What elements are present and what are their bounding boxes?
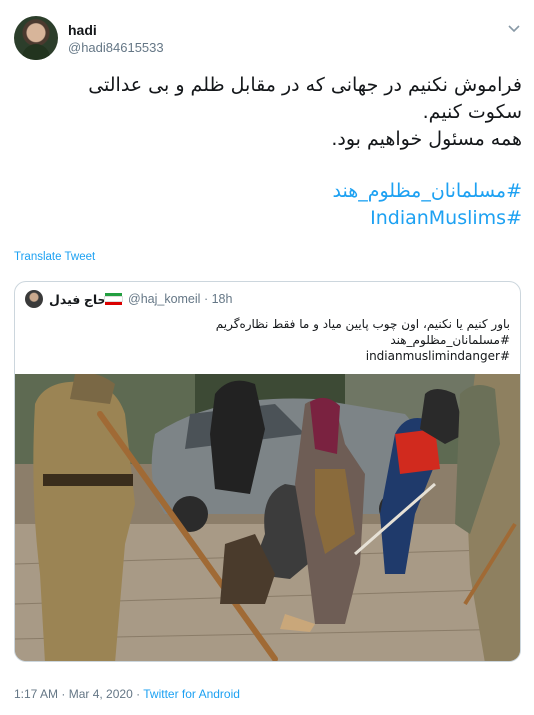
separator-dot: · — [61, 687, 66, 701]
author-avatar[interactable] — [14, 16, 58, 60]
quoted-author-name: حاج فیدل — [49, 293, 107, 307]
chevron-down-icon[interactable] — [506, 20, 522, 36]
tweet-text-line: فراموش نکنیم در جهانی که در مقابل ظلم و … — [88, 74, 522, 96]
tweet-text: فراموش نکنیم در جهانی که در مقابل ظلم و … — [14, 72, 522, 153]
tweet-date[interactable]: Mar 4, 2020 — [69, 687, 133, 701]
separator-dot: · — [203, 292, 209, 306]
quoted-photo[interactable] — [15, 374, 521, 662]
tweet-hashtags: #مسلمانان_مظلوم_هند #IndianMuslims — [14, 178, 523, 232]
quoted-tweet[interactable]: حاج فیدل @haj_komeil · 18h باور کنیم یا … — [14, 281, 521, 662]
hashtag-link[interactable]: #مسلمانان_مظلوم_هند — [14, 178, 523, 205]
hashtag-link[interactable]: #IndianMuslims — [14, 205, 522, 232]
quoted-tweet-text: باور کنیم یا نکنیم، اون چوب پایین میاد و… — [25, 316, 510, 364]
tweet-source-link[interactable]: Twitter for Android — [143, 687, 240, 701]
quoted-hashtag: #indianmuslimindanger — [365, 349, 510, 363]
quoted-text-line: باور کنیم یا نکنیم، اون چوب پایین میاد و… — [215, 317, 510, 331]
tweet-header: hadi @hadi84615533 — [14, 16, 522, 62]
quoted-time: 18h — [211, 292, 233, 306]
tweet-text-line: همه مسئول خواهیم بود. — [331, 128, 522, 150]
quoted-author-handle: @haj_komeil — [128, 292, 201, 306]
quoted-hashtag: #مسلمانان_مظلوم_هند — [390, 333, 510, 347]
quoted-tweet-header: حاج فیدل @haj_komeil · 18h — [25, 290, 510, 310]
quoted-author-avatar — [25, 290, 43, 308]
translate-tweet-link[interactable]: Translate Tweet — [14, 251, 95, 263]
separator-dot: · — [136, 687, 141, 701]
author-handle[interactable]: @hadi84615533 — [68, 40, 164, 55]
author-name[interactable]: hadi — [68, 22, 97, 38]
tweet-footer: 1:17 AM · Mar 4, 2020 · Twitter for Andr… — [14, 687, 240, 701]
iran-flag-icon — [104, 293, 123, 305]
tweet-text-line: سکوت کنیم. — [422, 101, 522, 123]
flag-stripe-red — [105, 301, 122, 305]
tweet-time[interactable]: 1:17 AM — [14, 687, 58, 701]
